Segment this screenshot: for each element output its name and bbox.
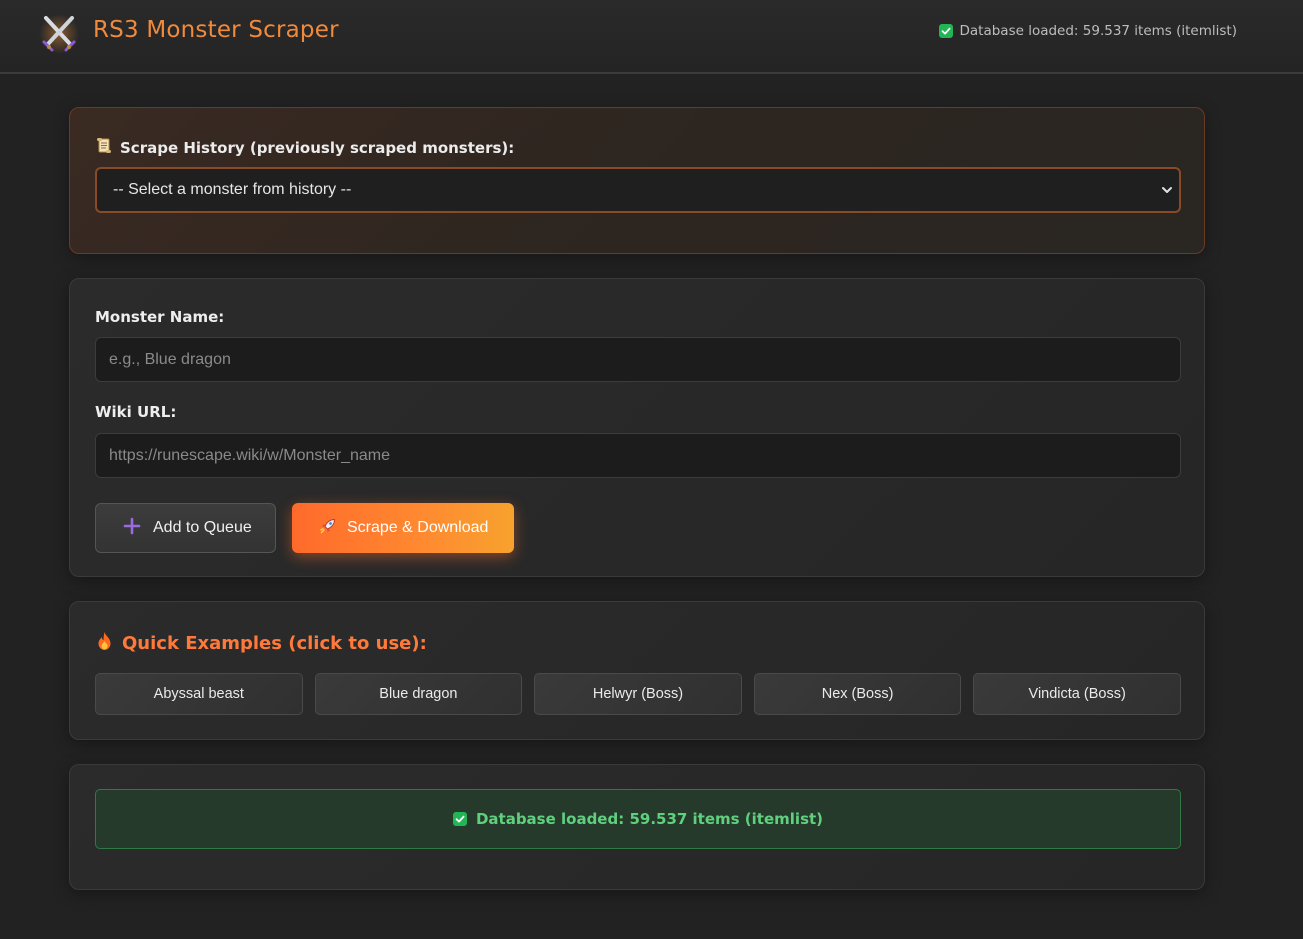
checkmark-icon xyxy=(938,24,953,38)
scroll-icon xyxy=(96,137,112,158)
wiki-url-label: Wiki URL: xyxy=(95,403,177,421)
app-title: RS3 Monster Scraper xyxy=(93,17,339,43)
quick-examples-list: Abyssal beast Blue dragon Helwyr (Boss) … xyxy=(95,673,1181,715)
scrape-download-button[interactable]: Scrape & Download xyxy=(292,503,514,553)
rocket-icon xyxy=(319,517,337,540)
app-header: RS3 Monster Scraper Database loaded: 59.… xyxy=(0,0,1303,74)
chevron-down-icon xyxy=(1159,182,1175,203)
example-button-abyssal-beast[interactable]: Abyssal beast xyxy=(95,673,303,715)
wiki-url-placeholder: https://runescape.wiki/w/Monster_name xyxy=(109,446,391,464)
scrape-download-label: Scrape & Download xyxy=(347,519,489,536)
header-status-text: Database loaded: 59.537 items (itemlist) xyxy=(959,23,1238,39)
example-button-blue-dragon[interactable]: Blue dragon xyxy=(314,673,523,715)
add-to-queue-button[interactable]: Add to Queue xyxy=(95,503,276,553)
wiki-url-input[interactable]: https://runescape.wiki/w/Monster_name xyxy=(95,433,1181,478)
status-message-box: Database loaded: 59.537 items (itemlist) xyxy=(95,789,1181,849)
quick-examples-card: Quick Examples (click to use): Abyssal b… xyxy=(69,601,1205,740)
history-select[interactable]: -- Select a monster from history -- xyxy=(95,167,1181,213)
checkmark-icon xyxy=(452,812,467,826)
plus-icon xyxy=(123,517,141,540)
status-card: Database loaded: 59.537 items (itemlist) xyxy=(69,764,1205,890)
example-button-vindicta[interactable]: Vindicta (Boss) xyxy=(973,673,1181,715)
scrape-history-label: Scrape History (previously scraped monst… xyxy=(96,137,514,158)
example-button-nex[interactable]: Nex (Boss) xyxy=(753,673,962,715)
example-button-helwyr[interactable]: Helwyr (Boss) xyxy=(534,673,742,715)
quick-examples-title-text: Quick Examples (click to use): xyxy=(122,633,427,654)
add-to-queue-label: Add to Queue xyxy=(153,519,252,536)
fire-icon xyxy=(96,631,113,656)
scrape-form-card: Monster Name: e.g., Blue dragon Wiki URL… xyxy=(69,278,1205,577)
crossed-swords-icon xyxy=(38,12,80,54)
header-db-status: Database loaded: 59.537 items (itemlist) xyxy=(938,23,1238,39)
status-message-text: Database loaded: 59.537 items (itemlist) xyxy=(475,810,824,828)
monster-name-label: Monster Name: xyxy=(95,308,225,326)
history-select-value: -- Select a monster from history -- xyxy=(113,181,352,198)
scrape-history-card: Scrape History (previously scraped monst… xyxy=(69,107,1205,254)
quick-examples-title: Quick Examples (click to use): xyxy=(96,631,427,656)
monster-name-placeholder: e.g., Blue dragon xyxy=(109,350,231,368)
scrape-history-label-text: Scrape History (previously scraped monst… xyxy=(120,138,515,157)
monster-name-input[interactable]: e.g., Blue dragon xyxy=(95,337,1181,382)
